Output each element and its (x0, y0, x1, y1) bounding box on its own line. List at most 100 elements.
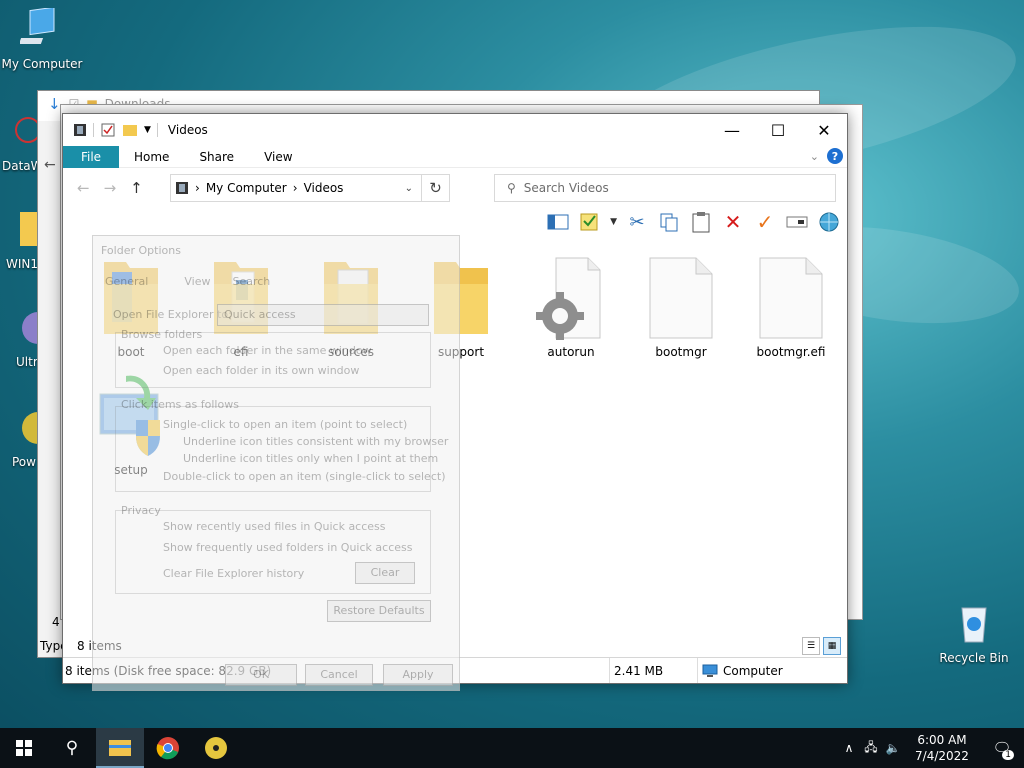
show-hidden-icons-icon[interactable]: ∧ (838, 741, 860, 755)
film-icon (176, 182, 188, 194)
desktop-icon-label: Recycle Bin (939, 651, 1009, 665)
disc-icon (205, 737, 227, 759)
tab-share[interactable]: Share (184, 146, 249, 168)
clear-history-label: Clear File Explorer history (163, 567, 305, 580)
address-bar[interactable]: › My Computer › Videos ⌄ ↻ (170, 174, 450, 202)
download-arrow-icon: ↓ (48, 95, 61, 113)
maximize-button[interactable]: ☐ (755, 114, 801, 146)
taskbar-chrome[interactable] (144, 728, 192, 768)
tab-view[interactable]: View (249, 146, 307, 168)
expand-ribbon-icon[interactable]: ⌄ (810, 150, 819, 163)
file-label: bootmgr (655, 345, 707, 359)
show-frequent-checkbox[interactable]: Show frequently used folders in Quick ac… (163, 541, 412, 554)
file-label: bootmgr.efi (756, 345, 826, 359)
forward-arrow-icon[interactable]: → (104, 179, 117, 197)
customize-toolbar-icon[interactable]: ▼ (144, 125, 151, 135)
browse-own-window-radio[interactable]: Open each folder in its own window (163, 364, 359, 377)
underline-consistent-radio[interactable]: Underline icon titles consistent with my… (183, 435, 448, 448)
tab-general[interactable]: General (105, 275, 148, 288)
computer-icon (702, 664, 718, 677)
show-recent-checkbox[interactable]: Show recently used files in Quick access (163, 520, 386, 533)
tab-view[interactable]: View (184, 275, 210, 288)
computer-icon (18, 6, 55, 44)
close-button[interactable]: ✕ (801, 114, 847, 146)
clear-button[interactable]: Clear (355, 562, 415, 584)
open-explorer-select[interactable]: Quick access (217, 304, 429, 326)
notification-count: 1 (1002, 750, 1014, 760)
breadcrumb-videos[interactable]: Videos (304, 181, 344, 195)
new-folder-icon[interactable] (122, 122, 138, 138)
refresh-icon[interactable]: ↻ (421, 175, 449, 201)
restore-defaults-button[interactable]: Restore Defaults (327, 600, 431, 622)
tab-search[interactable]: Search (232, 275, 270, 288)
clock[interactable]: 6:00 AM 7/4/2022 (904, 732, 980, 764)
breadcrumb-my-computer[interactable]: My Computer (206, 181, 287, 195)
rename-icon[interactable] (785, 210, 809, 234)
window-title: Videos (167, 123, 208, 137)
click-items-title: Click items as follows (121, 398, 239, 411)
search-input[interactable]: ⚲ Search Videos (494, 174, 836, 202)
preview-pane-icon[interactable] (546, 210, 570, 234)
file-item-autorun[interactable]: autorun (526, 254, 616, 359)
title-bar[interactable]: ▼ Videos — ☐ ✕ (63, 114, 847, 146)
network-icon[interactable] (817, 210, 841, 234)
file-item-bootmgr[interactable]: bootmgr (636, 254, 726, 359)
network-icon[interactable]: 🖧 (860, 738, 882, 759)
address-history-icon[interactable]: ⌄ (405, 183, 413, 194)
action-center-button[interactable]: 🗨 1 (980, 728, 1024, 768)
back-arrow-icon[interactable]: ← (77, 179, 90, 197)
volume-icon[interactable]: 🔈 (882, 741, 904, 755)
clock-date: 7/4/2022 (915, 749, 969, 763)
disc-icon (22, 312, 54, 344)
taskbar: ⚲ ∧ 🖧 🔈 6:00 AM 7/4/2022 🗨 1 (0, 728, 1024, 768)
paste-icon[interactable] (689, 210, 713, 234)
search-placeholder: Search Videos (523, 181, 609, 195)
properties-icon[interactable] (578, 210, 602, 234)
status-location: Computer (697, 658, 847, 683)
file-explorer-icon (109, 740, 131, 756)
start-button[interactable] (0, 728, 48, 768)
tab-file[interactable]: File (63, 145, 119, 168)
minimize-button[interactable]: — (709, 114, 755, 146)
recycle-bin-icon (961, 607, 987, 643)
help-icon[interactable]: ? (827, 148, 843, 164)
windows-logo-icon (16, 740, 32, 756)
tab-home[interactable]: Home (119, 146, 184, 168)
taskbar-disc-app[interactable] (192, 728, 240, 768)
privacy-title: Privacy (121, 504, 161, 517)
search-icon: ⚲ (507, 181, 516, 195)
navigation-bar: ← → ↑ › My Computer › Videos ⌄ ↻ ⚲ Searc… (63, 168, 847, 208)
taskbar-file-explorer[interactable] (96, 728, 144, 768)
properties-icon[interactable] (100, 122, 116, 138)
underline-point-radio[interactable]: Underline icon titles only when I point … (183, 452, 438, 465)
large-icons-view-icon[interactable]: ▦ (823, 637, 841, 655)
breadcrumb-separator-icon: › (292, 181, 298, 195)
browse-same-window-radio[interactable]: Open each folder in the same window (163, 344, 372, 357)
file-label: autorun (547, 345, 595, 359)
desktop-icon-label: My Computer (1, 57, 83, 71)
delete-icon[interactable]: ✕ (721, 210, 745, 234)
rename-check-icon[interactable]: ✓ (753, 210, 777, 234)
disc-icon (22, 412, 54, 444)
desktop-icon-recycle-bin[interactable]: Recycle Bin (932, 602, 1016, 665)
apply-button[interactable]: Apply (383, 664, 453, 686)
cancel-button[interactable]: Cancel (305, 664, 373, 686)
single-click-radio[interactable]: Single-click to open an item (point to s… (163, 418, 407, 431)
up-arrow-icon[interactable]: ↑ (130, 179, 143, 197)
file-item-bootmgr-efi[interactable]: bootmgr.efi (746, 254, 836, 359)
search-button[interactable]: ⚲ (48, 728, 96, 768)
details-view-icon[interactable]: ☰ (802, 637, 820, 655)
ok-button[interactable]: OK (225, 664, 297, 686)
double-click-radio[interactable]: Double-click to open an item (single-cli… (163, 470, 445, 483)
dialog-title: Folder Options (101, 244, 181, 257)
app-icon (15, 117, 41, 143)
cut-icon[interactable]: ✂ (625, 210, 649, 234)
film-icon (74, 124, 86, 136)
copy-icon[interactable] (657, 210, 681, 234)
ribbon: File Home Share View ⌄ ? (63, 145, 847, 168)
settings-file-icon (536, 257, 601, 340)
folder-options-dialog: Folder Options General View Search Open … (92, 235, 460, 691)
browse-folders-title: Browse folders (121, 328, 203, 341)
properties-dropdown-icon[interactable]: ▼ (610, 217, 617, 227)
desktop-icon-my-computer[interactable]: My Computer (0, 6, 84, 71)
